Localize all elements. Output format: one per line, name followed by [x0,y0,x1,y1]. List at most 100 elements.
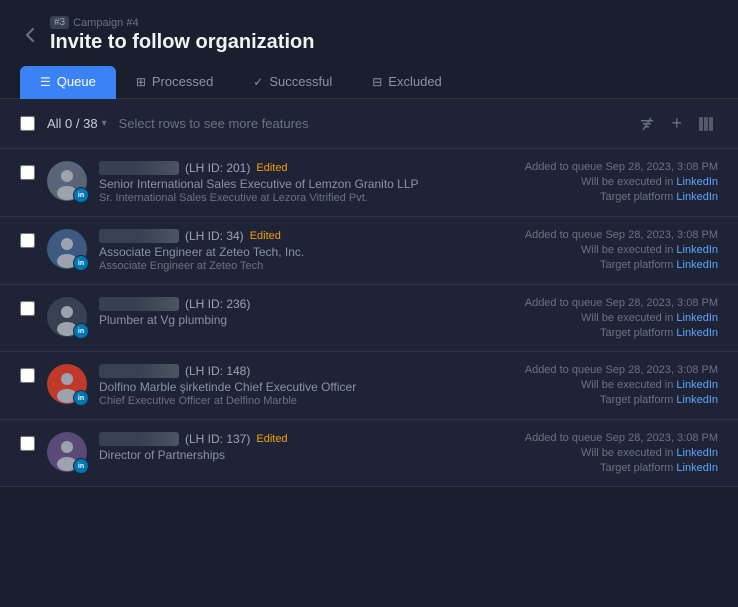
person-name-row: (LH ID: 34) Edited [99,229,486,243]
person-info: (LH ID: 137) Edited Director of Partners… [99,432,486,462]
person-info: (LH ID: 201) Edited Senior International… [99,161,486,204]
person-title: Dolfino Marble şirketinde Chief Executiv… [99,380,486,394]
meta-added: Added to queue Sep 28, 2023, 3:08 PM [498,229,718,241]
row-checkbox[interactable] [20,436,35,451]
toolbar: All 0 / 38 ▾ Select rows to see more fea… [0,99,738,149]
meta-executed: Will be executed in LinkedIn [498,312,718,324]
page-title: Invite to follow organization [50,31,314,54]
meta-target: Target platform LinkedIn [498,462,718,474]
row-checkbox[interactable] [20,165,35,180]
person-subtitle: Sr. International Sales Executive at Lez… [99,192,486,204]
table-row: in (LH ID: 236) Plumber at Vg plumbing A… [0,285,738,352]
person-lh-id: (LH ID: 201) [185,161,250,175]
person-name-row: (LH ID: 148) [99,364,486,378]
tab-queue[interactable]: ☰ Queue [20,66,116,99]
avatar-wrap: in [47,364,87,404]
row-meta: Added to queue Sep 28, 2023, 3:08 PM Wil… [498,161,718,203]
chevron-down-icon: ▾ [102,118,107,129]
linkedin-badge: in [73,187,89,203]
executed-platform: LinkedIn [676,176,718,188]
person-title: Plumber at Vg plumbing [99,313,486,327]
row-meta: Added to queue Sep 28, 2023, 3:08 PM Wil… [498,229,718,271]
queue-tab-icon: ☰ [40,75,51,89]
select-hint: Select rows to see more features [119,116,624,131]
add-button[interactable]: + [667,109,686,138]
person-info: (LH ID: 148) Dolfino Marble şirketinde C… [99,364,486,407]
target-platform: LinkedIn [676,191,718,203]
row-meta: Added to queue Sep 28, 2023, 3:08 PM Wil… [498,297,718,339]
avatar-wrap: in [47,297,87,337]
tab-processed-label: Processed [152,74,213,89]
tab-processed[interactable]: ⊞ Processed [116,66,233,99]
select-count-label: All 0 / 38 [47,116,98,131]
linkedin-badge: in [73,323,89,339]
person-lh-id: (LH ID: 34) [185,229,244,243]
table-row: in (LH ID: 201) Edited Senior Internatio… [0,149,738,217]
tabs-bar: ☰ Queue ⊞ Processed ✓ Successful ⊟ Exclu… [0,66,738,99]
toolbar-actions: + [635,109,718,138]
excluded-tab-icon: ⊟ [372,75,382,89]
person-name-blurred [99,229,179,243]
person-lh-id: (LH ID: 236) [185,297,250,311]
tab-successful-label: Successful [269,74,332,89]
meta-added: Added to queue Sep 28, 2023, 3:08 PM [498,364,718,376]
columns-button[interactable] [694,112,718,136]
person-subtitle: Associate Engineer at Zeteo Tech [99,260,486,272]
target-platform: LinkedIn [676,462,718,474]
table-row: in (LH ID: 137) Edited Director of Partn… [0,420,738,487]
tab-queue-label: Queue [57,74,96,89]
person-name-blurred [99,364,179,378]
linkedin-badge: in [73,390,89,406]
hide-columns-button[interactable] [635,112,659,136]
person-info: (LH ID: 34) Edited Associate Engineer at… [99,229,486,272]
avatar-wrap: in [47,229,87,269]
executed-platform: LinkedIn [676,379,718,391]
page-header: #3 Campaign #4 Invite to follow organiza… [0,0,738,62]
executed-platform: LinkedIn [676,244,718,256]
header-info: #3 Campaign #4 Invite to follow organiza… [50,16,314,54]
target-platform: LinkedIn [676,327,718,339]
row-checkbox[interactable] [20,301,35,316]
meta-executed: Will be executed in LinkedIn [498,244,718,256]
processed-tab-icon: ⊞ [136,75,146,89]
select-count[interactable]: All 0 / 38 ▾ [47,116,107,131]
meta-target: Target platform LinkedIn [498,394,718,406]
person-name-blurred [99,432,179,446]
person-name-blurred [99,297,179,311]
meta-target: Target platform LinkedIn [498,259,718,271]
person-subtitle: Chief Executive Officer at Delfino Marbl… [99,395,486,407]
person-info: (LH ID: 236) Plumber at Vg plumbing [99,297,486,327]
target-platform: LinkedIn [676,259,718,271]
row-meta: Added to queue Sep 28, 2023, 3:08 PM Wil… [498,432,718,474]
back-button[interactable] [20,25,40,45]
table-row: in (LH ID: 34) Edited Associate Engineer… [0,217,738,285]
row-meta: Added to queue Sep 28, 2023, 3:08 PM Wil… [498,364,718,406]
select-all-checkbox[interactable] [20,116,35,131]
meta-added: Added to queue Sep 28, 2023, 3:08 PM [498,161,718,173]
meta-target: Target platform LinkedIn [498,191,718,203]
executed-platform: LinkedIn [676,312,718,324]
avatar-wrap: in [47,161,87,201]
person-name-row: (LH ID: 137) Edited [99,432,486,446]
row-checkbox[interactable] [20,368,35,383]
step-badge: #3 [50,16,69,29]
tab-excluded[interactable]: ⊟ Excluded [352,66,462,99]
tab-excluded-label: Excluded [388,74,441,89]
tab-successful[interactable]: ✓ Successful [233,66,352,99]
executed-platform: LinkedIn [676,447,718,459]
edited-badge: Edited [256,162,287,174]
row-checkbox[interactable] [20,233,35,248]
meta-executed: Will be executed in LinkedIn [498,176,718,188]
successful-tab-icon: ✓ [253,75,263,89]
edited-badge: Edited [250,230,281,242]
linkedin-badge: in [73,458,89,474]
meta-executed: Will be executed in LinkedIn [498,379,718,391]
meta-executed: Will be executed in LinkedIn [498,447,718,459]
target-platform: LinkedIn [676,394,718,406]
person-name-row: (LH ID: 201) Edited [99,161,486,175]
person-name-row: (LH ID: 236) [99,297,486,311]
edited-badge: Edited [256,433,287,445]
campaign-name: Campaign #4 [73,17,138,29]
table-body: in (LH ID: 201) Edited Senior Internatio… [0,149,738,487]
person-title: Senior International Sales Executive of … [99,177,486,191]
